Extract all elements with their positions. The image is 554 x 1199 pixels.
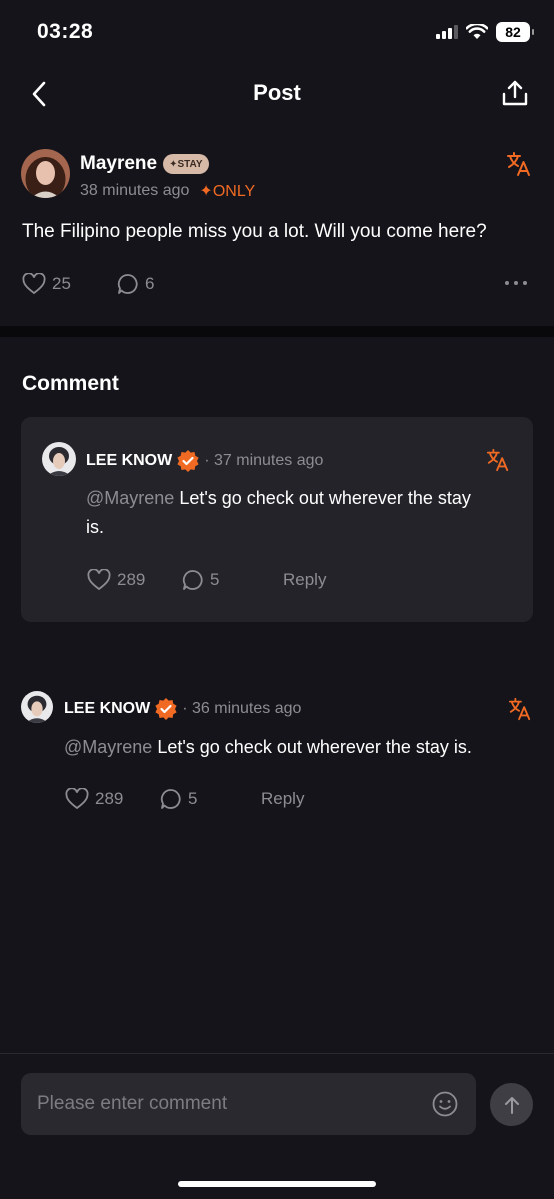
comment-like-button[interactable]: 289	[65, 788, 123, 810]
visibility-badge: ✦ONLY	[199, 183, 256, 200]
verified-badge-icon	[177, 450, 199, 472]
reply-label: Reply	[261, 789, 305, 808]
share-icon	[502, 80, 528, 106]
more-options-button[interactable]	[503, 276, 529, 290]
send-button[interactable]	[490, 1083, 533, 1126]
translate-icon	[486, 448, 509, 472]
author-avatar[interactable]	[21, 149, 70, 198]
emoji-button[interactable]	[432, 1091, 458, 1117]
section-divider	[0, 326, 554, 337]
translate-icon	[508, 697, 531, 721]
post-meta: 38 minutes ago ✦ONLY	[80, 181, 255, 201]
comment-section-title: Comment	[22, 372, 119, 395]
commenter-name[interactable]: LEE KNOW	[64, 700, 150, 718]
post-comment-button[interactable]: 6	[117, 273, 154, 295]
commenter-avatar[interactable]	[42, 442, 76, 476]
comment-header: LEE KNOW · 37 minutes ago	[86, 449, 323, 473]
reply-button[interactable]: Reply	[283, 570, 326, 590]
translate-comment-button[interactable]	[485, 447, 511, 473]
comment-input[interactable]	[37, 1093, 417, 1115]
verified-badge-icon	[155, 698, 177, 720]
commenter-avatar[interactable]	[21, 691, 53, 723]
battery-icon: 82	[496, 22, 534, 42]
comment-like-count: 289	[117, 570, 146, 589]
comment-like-button[interactable]: 289	[87, 569, 145, 591]
avatar-image	[42, 442, 76, 476]
home-indicator	[178, 1181, 376, 1187]
composer-divider	[0, 1053, 554, 1054]
status-time: 03:28	[37, 20, 94, 43]
share-button[interactable]	[497, 76, 533, 110]
comment-reply-count: 5	[210, 570, 220, 589]
post-like-button[interactable]: 25	[22, 273, 71, 295]
status-icons: 82	[436, 22, 534, 42]
more-icon	[505, 281, 527, 285]
heart-icon	[87, 569, 111, 591]
comment-input-container	[21, 1073, 476, 1135]
comment-icon	[182, 570, 203, 590]
comment-like-count: 289	[95, 789, 124, 808]
comment-body: @Mayrene Let's go check out wherever the…	[64, 733, 534, 762]
translate-post-button[interactable]	[505, 150, 533, 178]
comment-reply-count: 5	[188, 789, 198, 808]
arrow-up-icon	[504, 1096, 519, 1114]
comment-reply-count-button[interactable]: 5	[160, 788, 197, 810]
comment-header: LEE KNOW · 36 minutes ago	[64, 697, 301, 721]
post-like-count: 25	[52, 274, 71, 293]
comment-icon	[160, 789, 181, 809]
comment-text: Let's go check out wherever the stay	[174, 488, 471, 508]
author-row: Mayrene ✦STAY	[80, 153, 209, 175]
mention-link[interactable]: @Mayrene	[86, 488, 174, 508]
heart-icon	[22, 273, 46, 295]
post-time: 38 minutes ago	[80, 182, 190, 199]
signal-icon	[436, 25, 458, 39]
post-comment-count: 6	[145, 274, 155, 293]
avatar-image	[21, 149, 70, 198]
comment-icon	[117, 274, 138, 294]
stay-badge: ✦STAY	[163, 154, 209, 174]
comment-body: @Mayrene Let's go check out wherever the…	[86, 484, 516, 542]
mention-link[interactable]: @Mayrene	[64, 737, 152, 757]
reply-button[interactable]: Reply	[261, 789, 304, 809]
reply-label: Reply	[283, 570, 327, 589]
page-title: Post	[253, 80, 301, 105]
post-body: The Filipino people miss you a lot. Will…	[22, 221, 487, 242]
heart-icon	[65, 788, 89, 810]
avatar-image	[21, 691, 53, 723]
comment-time: · 36 minutes ago	[182, 700, 302, 717]
comment-reply-count-button[interactable]: 5	[182, 569, 219, 591]
comment-time: · 37 minutes ago	[204, 452, 324, 469]
emoji-icon	[432, 1091, 458, 1117]
translate-icon	[507, 152, 530, 176]
commenter-name[interactable]: LEE KNOW	[86, 452, 172, 470]
comment-text-cont: is.	[86, 517, 104, 537]
translate-comment-button[interactable]	[507, 696, 533, 722]
wifi-icon	[466, 24, 488, 39]
author-name[interactable]: Mayrene	[80, 153, 157, 175]
battery-level: 82	[505, 24, 521, 40]
comment-text: Let's go check out wherever the stay is.	[152, 737, 472, 757]
